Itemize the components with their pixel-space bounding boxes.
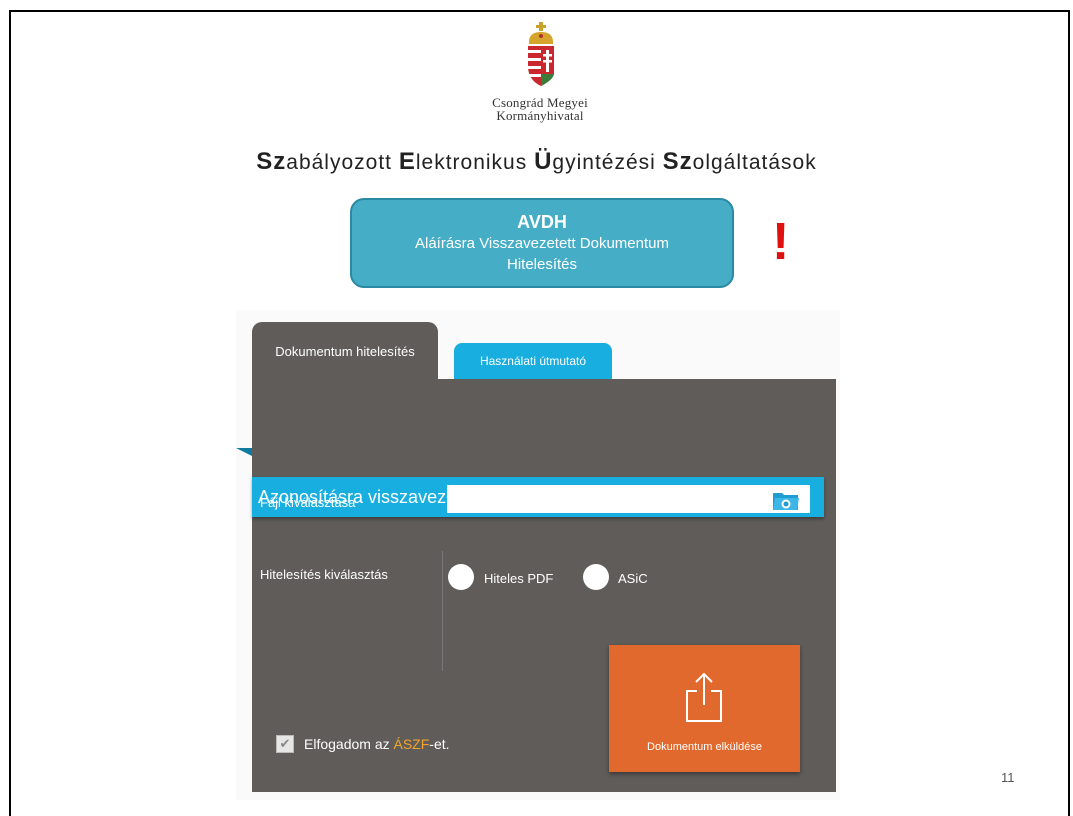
tab-user-guide[interactable]: Használati útmutató	[454, 343, 612, 379]
file-select-label: Fájl kiválasztása	[260, 495, 356, 510]
accept-prefix: Elfogadom az	[304, 736, 394, 752]
radio-asic[interactable]	[583, 564, 609, 590]
check-icon: ✔	[279, 736, 291, 751]
avdh-full-name-line-2: Hitelesítés	[506, 256, 578, 273]
accept-terms-text: Elfogadom az ÁSZF-et.	[304, 736, 450, 752]
file-path-input[interactable]	[447, 485, 810, 513]
heading-initial: Sz	[662, 148, 693, 175]
banner-fold	[236, 448, 252, 456]
folder-open-icon[interactable]	[772, 488, 800, 512]
radio-hiteles-pdf[interactable]	[448, 564, 474, 590]
page-number: 11	[1001, 770, 1015, 785]
avdh-full-name-line-1: Aláírásra Visszavezetett Dokumentum	[415, 235, 669, 252]
exclamation-mark: !	[772, 213, 790, 271]
avdh-app-screenshot: Dokumentum hitelesítés Használati útmuta…	[236, 310, 840, 800]
heading-initial: Sz	[256, 148, 287, 175]
heading-word: gyintézési	[552, 151, 663, 174]
submit-document-button[interactable]: Dokumentum elküldése	[609, 645, 800, 772]
heading-word: lektronikus	[415, 151, 535, 174]
org-line-2: Kormányhivatal	[496, 108, 584, 123]
upload-icon	[686, 672, 722, 722]
heading-initial: Ü	[534, 148, 553, 175]
accept-suffix: -et.	[429, 736, 450, 752]
heading-word: abályozott	[286, 151, 399, 174]
coat-of-arms-icon	[528, 22, 554, 86]
authentication-select-label: Hitelesítés kiválasztás	[260, 567, 388, 582]
avdh-acronym: AVDH	[517, 212, 567, 232]
heading-initial: E	[398, 148, 416, 175]
accept-terms-checkbox[interactable]: ✔	[276, 735, 294, 753]
terms-link[interactable]: ÁSZF	[394, 736, 430, 752]
avdh-title-box: AVDH Aláírásra Visszavezetett Dokumentum…	[350, 198, 734, 288]
heading-word: olgáltatások	[692, 151, 817, 174]
field-divider	[442, 551, 443, 671]
page-heading: Szabályozott Elektronikus Ügyintézési Sz…	[0, 148, 1073, 176]
submit-button-label: Dokumentum elküldése	[647, 741, 762, 753]
radio-hiteles-pdf-label[interactable]: Hiteles PDF	[484, 571, 553, 586]
organization-name: Csongrád Megyei Kormányhivatal	[440, 96, 640, 122]
radio-asic-label[interactable]: ASiC	[618, 571, 648, 586]
